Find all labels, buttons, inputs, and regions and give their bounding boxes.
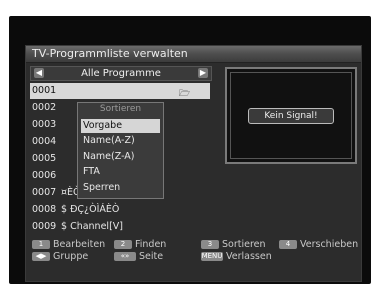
- help-move-label: Verschieben: [300, 239, 359, 250]
- no-signal-message: Kein Signal!: [248, 108, 334, 124]
- channel-name: $ Channel[V]: [61, 221, 123, 232]
- channel-number: 0007: [32, 187, 57, 198]
- sort-popup-title: Sortieren: [99, 104, 142, 114]
- preview-window: Kein Signal!: [225, 67, 357, 164]
- tv-screen: TV-Programmliste verwalten ◀ Alle Progra…: [9, 16, 371, 284]
- yellow-key-icon: 3: [201, 240, 219, 249]
- channel-number: 0002: [32, 102, 57, 113]
- channel-row[interactable]: 0001 🗁: [30, 83, 210, 99]
- sort-option-locked[interactable]: Sperren: [81, 181, 160, 195]
- help-sort-label: Sortieren: [222, 239, 266, 250]
- sort-option-name-desc[interactable]: Name(Z-A): [81, 150, 160, 164]
- help-exit: MENU Verlassen: [201, 251, 272, 262]
- blue-key-icon: 4: [279, 240, 297, 249]
- sort-option-fta[interactable]: FTA: [81, 165, 160, 179]
- window-title: TV-Programmliste verwalten: [32, 47, 188, 60]
- help-sort: 3 Sortieren: [201, 239, 266, 250]
- channel-manager-window: TV-Programmliste verwalten ◀ Alle Progra…: [25, 45, 362, 282]
- channel-name: $ ÐÇ¿ÒÌÁÈÒ: [61, 204, 120, 215]
- channel-number: 0003: [32, 119, 57, 130]
- channel-number: 0006: [32, 170, 57, 181]
- help-group: ◀▶ Gruppe: [32, 251, 88, 262]
- channel-number: 0005: [32, 153, 57, 164]
- help-page-label: Seite: [139, 251, 164, 262]
- help-group-label: Gruppe: [53, 251, 89, 262]
- sort-option-name-asc[interactable]: Name(A-Z): [81, 134, 160, 148]
- channel-number: 0001: [32, 85, 57, 96]
- help-move: 4 Verschieben: [279, 239, 358, 250]
- help-find: 2 Finden: [114, 239, 166, 250]
- channel-row[interactable]: 0009 $ Channel[V]: [30, 219, 210, 235]
- help-page: «» Seite: [114, 251, 163, 262]
- green-key-icon: 2: [114, 240, 132, 249]
- red-key-icon: 1: [32, 240, 50, 249]
- help-edit: 1 Bearbeiten: [32, 239, 105, 250]
- channel-number: 0008: [32, 204, 57, 215]
- sort-option-default[interactable]: Vorgabe: [81, 119, 160, 133]
- help-find-label: Finden: [135, 239, 167, 250]
- channel-row[interactable]: 0008 $ ÐÇ¿ÒÌÁÈÒ: [30, 202, 210, 218]
- sort-popup: Sortieren Vorgabe Name(A-Z) Name(Z-A) FT…: [77, 102, 164, 199]
- arrow-right-icon[interactable]: ▶: [198, 68, 208, 78]
- channel-number: 0009: [32, 221, 57, 232]
- help-exit-label: Verlassen: [226, 251, 272, 262]
- channel-number: 0004: [32, 136, 57, 147]
- menu-key-icon: MENU: [201, 252, 223, 261]
- left-right-key-icon: ◀▶: [32, 252, 50, 261]
- title-bar: TV-Programmliste verwalten: [26, 46, 361, 63]
- page-key-icon: «»: [114, 252, 136, 261]
- group-label: Alle Programme: [81, 68, 161, 79]
- help-edit-label: Bearbeiten: [53, 239, 106, 250]
- group-selector[interactable]: ◀ Alle Programme ▶: [30, 66, 212, 81]
